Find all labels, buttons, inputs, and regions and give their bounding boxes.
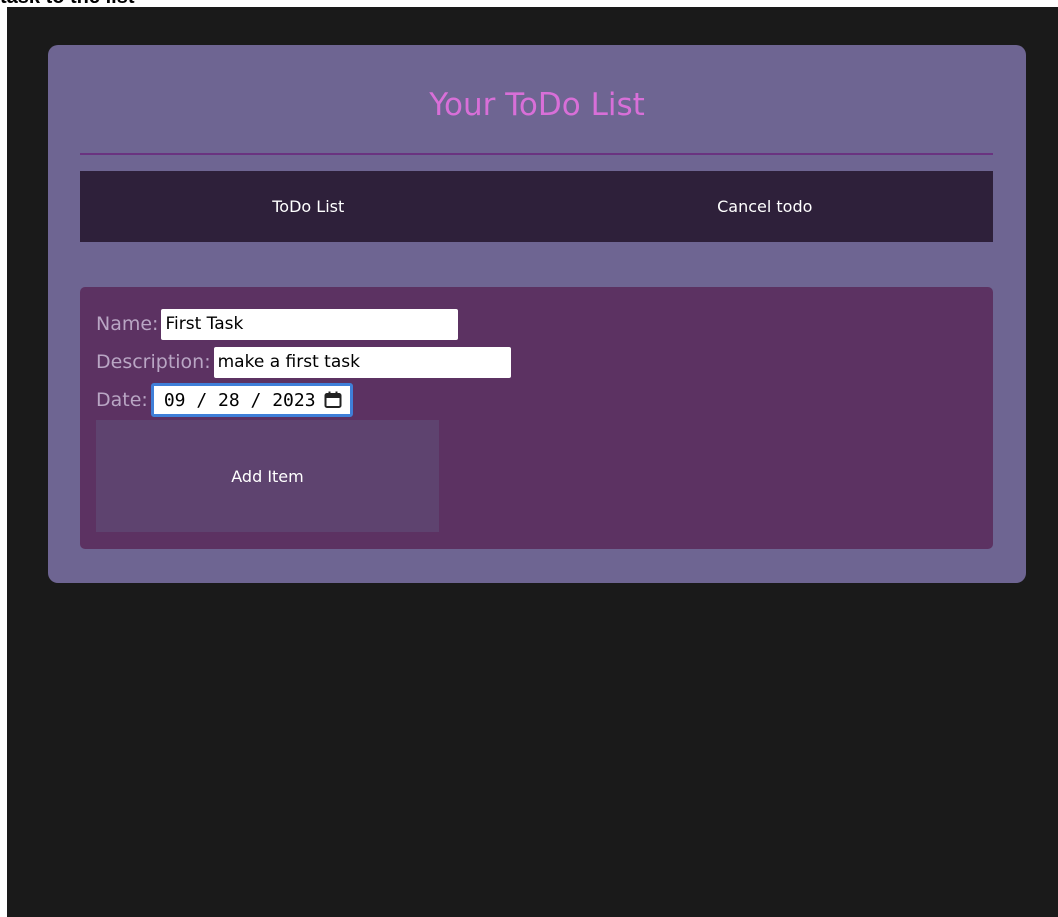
tab-cancel-todo[interactable]: Cancel todo — [537, 171, 994, 242]
calendar-icon[interactable] — [324, 391, 342, 409]
name-label: Name: — [96, 313, 159, 335]
date-row: Date: 09 / 28 / 2023 — [96, 383, 353, 417]
description-label: Description: — [96, 351, 211, 373]
title-divider — [80, 153, 993, 155]
description-row: Description: — [96, 345, 511, 379]
tab-bar: ToDo List Cancel todo — [80, 171, 993, 242]
date-label: Date: — [96, 389, 148, 411]
date-value: 09 / 28 / 2023 — [163, 389, 316, 411]
todo-card: Your ToDo List ToDo List Cancel todo Nam… — [48, 45, 1026, 583]
tab-todo-list[interactable]: ToDo List — [80, 171, 537, 242]
add-item-button[interactable]: Add Item — [96, 420, 439, 532]
app-viewport: Your ToDo List ToDo List Cancel todo Nam… — [7, 7, 1058, 917]
name-row: Name: — [96, 307, 459, 341]
date-input[interactable]: 09 / 28 / 2023 — [150, 383, 353, 417]
page-title: Your ToDo List — [429, 87, 645, 123]
name-input[interactable] — [161, 308, 459, 340]
description-input[interactable] — [213, 346, 511, 378]
add-todo-form: Name: Description: Date: 09 / 28 / 2023 — [80, 287, 993, 549]
